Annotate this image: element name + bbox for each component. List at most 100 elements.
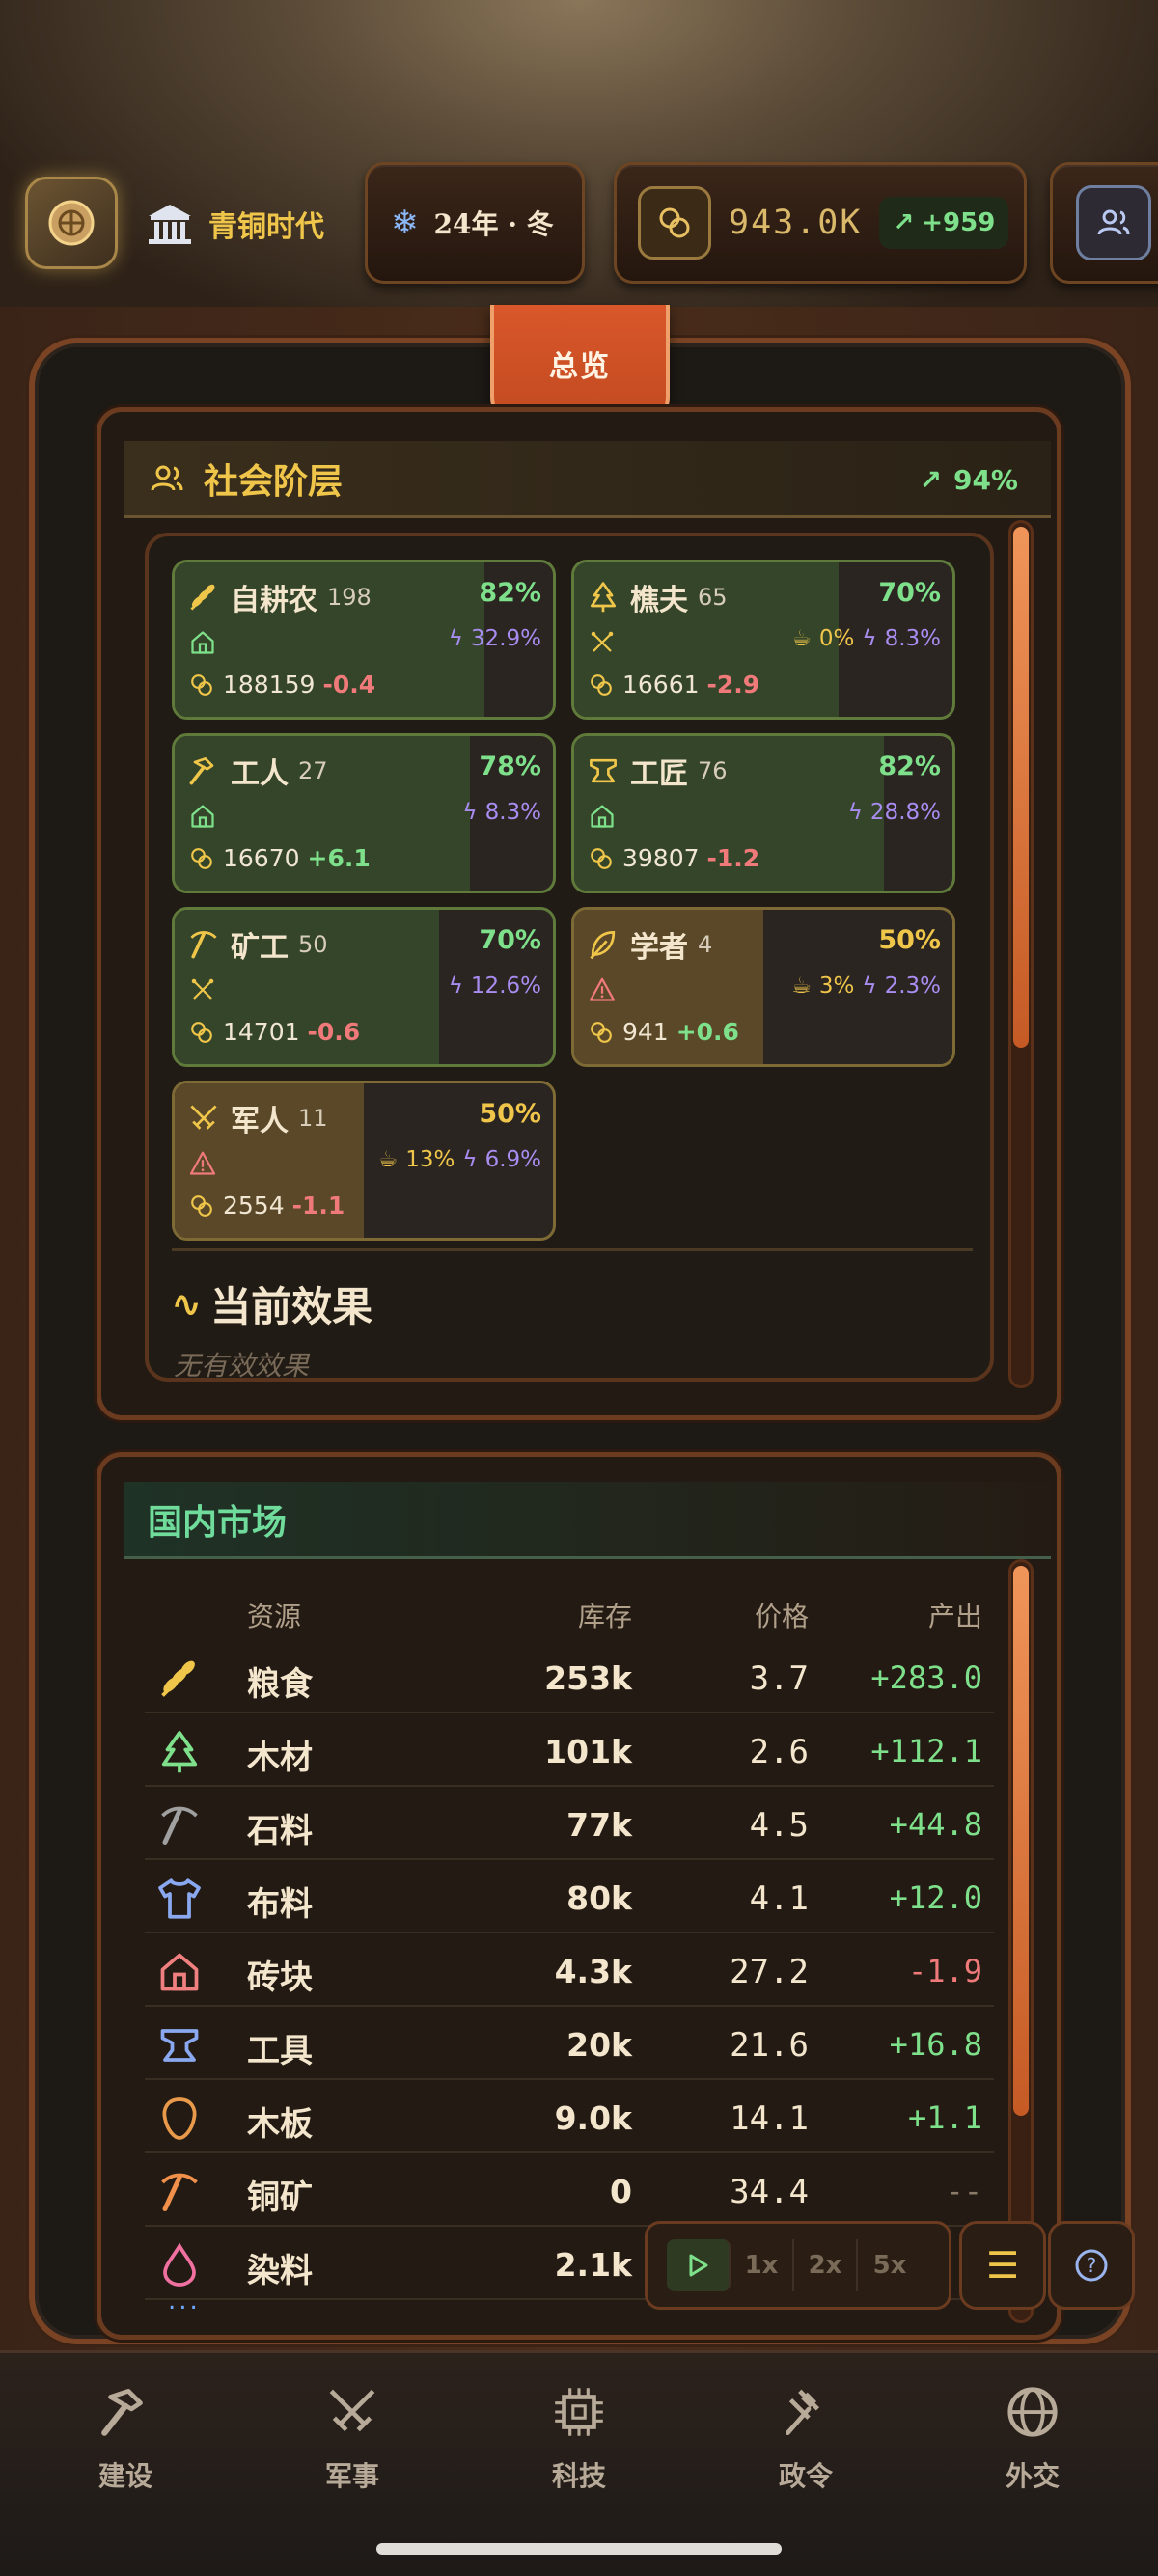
market-row[interactable]: 石料 77k 4.5 +44.8 (145, 1787, 994, 1860)
market-table[interactable]: 资源 库存 价格 产出 粮食 253k 3.7 +283.0 木材 101k 2… (145, 1573, 994, 2325)
treasury[interactable]: 943.0K ↗ +959 (614, 162, 1027, 284)
speed-2x-button[interactable]: 2x (794, 2239, 858, 2291)
scroll-thumb[interactable] (1013, 527, 1029, 1048)
energy-icon: ϟ (448, 626, 463, 651)
class-count: 198 (327, 584, 372, 611)
resource-name: 工具 (247, 2032, 313, 2070)
energy-icon: ϟ (462, 1147, 478, 1172)
nav-item-chip[interactable]: 科技 (502, 2382, 656, 2494)
resource-stock: 9.0k (554, 2099, 632, 2137)
resource-name: 木板 (247, 2105, 313, 2144)
resource-output: -- (945, 2173, 982, 2209)
class-card[interactable]: 军人 11 50% ☕ 13% ϟ 6.9% 2554 -1.1 (172, 1081, 556, 1241)
energy-icon: ϟ (462, 800, 478, 825)
people-icon (151, 465, 183, 490)
nav-item-globe[interactable]: 外交 (955, 2382, 1110, 2494)
energy-value: 12.6% (470, 973, 541, 999)
col-output: 产出 (927, 1601, 982, 1632)
class-satisfaction: 50% (878, 925, 941, 955)
class-count: 76 (698, 757, 728, 784)
people-icon (1076, 185, 1151, 260)
social-scrollbar[interactable] (1008, 520, 1034, 1388)
era-display[interactable]: 青铜时代 (145, 195, 324, 253)
wheat-icon (190, 584, 215, 611)
season-date[interactable]: ❄ 24年 · 冬 (365, 162, 585, 284)
social-panel-header: 社会阶层 ↗ 94% (124, 441, 1051, 518)
nav-label: 政令 (778, 2460, 833, 2492)
resource-stock: 253k (544, 1659, 632, 1697)
nav-item-gavel[interactable]: 政令 (729, 2382, 883, 2494)
energy-value: 6.9% (484, 1147, 541, 1172)
warning-icon (189, 1151, 216, 1175)
resource-price: 27.2 (730, 1953, 809, 1991)
market-row[interactable]: 粮食 253k 3.7 +283.0 (145, 1640, 994, 1713)
class-card[interactable]: 学者 4 50% ☕ 3% ϟ 2.3% 941 +0.6 (571, 907, 955, 1067)
nav-item-hammer[interactable]: 建设 (48, 2382, 203, 2494)
anvil-icon (590, 758, 617, 783)
nav-label: 军事 (324, 2460, 379, 2492)
population-button[interactable] (1050, 162, 1158, 284)
market-row[interactable]: 砖块 4.3k 27.2 -1.9 (145, 1933, 994, 2007)
era-name: 青铜时代 (208, 210, 324, 244)
market-scrollbar[interactable] (1008, 1559, 1034, 2323)
class-card[interactable]: 矿工 50 70% ϟ 12.6% 14701 -0.6 (172, 907, 556, 1067)
speed-1x-button[interactable]: 1x (731, 2239, 794, 2291)
hammer-icon (101, 2388, 143, 2436)
pickaxe-icon (190, 931, 217, 959)
resource-price: 3.7 (749, 1659, 809, 1698)
tree-icon (161, 1731, 198, 1773)
resource-output: +283.0 (870, 1659, 982, 1696)
help-button[interactable]: ? (1048, 2221, 1135, 2310)
market-row[interactable]: 铜矿 0 34.4 -- (145, 2153, 994, 2227)
resource-output: +12.0 (889, 1879, 982, 1916)
market-row[interactable]: 工具 20k 21.6 +16.8 (145, 2007, 994, 2080)
market-row[interactable]: 木材 101k 2.6 +112.1 (145, 1713, 994, 1787)
tools-icon (591, 631, 614, 652)
treasury-value: 943.0K (729, 204, 863, 242)
wealth-delta: +6.1 (307, 844, 371, 872)
temple-icon (149, 205, 191, 244)
energy-value: 2.3% (884, 973, 941, 999)
class-name: 学者 (630, 931, 688, 965)
resource-output: +16.8 (889, 2026, 982, 2063)
food-satisfaction: 3% (818, 973, 855, 999)
class-card[interactable]: 自耕农 198 82% ϟ 32.9% 188159 -0.4 (172, 560, 556, 720)
resource-output: +44.8 (889, 1806, 982, 1843)
market-row[interactable]: 木板 9.0k 14.1 +1.1 (145, 2080, 994, 2153)
wealth-delta: -2.9 (706, 671, 760, 699)
scroll-thumb[interactable] (1013, 1566, 1029, 2116)
energy-icon: ϟ (862, 626, 877, 651)
market-row[interactable]: 布料 80k 4.1 +12.0 (145, 1860, 994, 1933)
speed-5x-button[interactable]: 5x (858, 2239, 922, 2291)
tools-icon (191, 978, 214, 1000)
nav-label: 科技 (551, 2460, 606, 2492)
menu-button[interactable]: ☰ (959, 2221, 1046, 2310)
nav-item-swords[interactable]: 军事 (275, 2382, 429, 2494)
class-card[interactable]: 工人 27 78% ϟ 8.3% 16670 +6.1 (172, 733, 556, 893)
class-satisfaction: 70% (878, 578, 941, 608)
class-wealth: 188159 (223, 671, 316, 699)
class-wealth: 16670 (223, 844, 300, 872)
market-table-header: 资源 库存 价格 产出 (145, 1588, 994, 1636)
civilization-emblem[interactable] (25, 177, 118, 269)
resource-stock: 2.1k (554, 2246, 632, 2284)
class-satisfaction: 50% (479, 1099, 541, 1129)
col-resource: 资源 (247, 1601, 302, 1632)
play-button[interactable] (667, 2239, 731, 2291)
resource-output: +1.1 (907, 2099, 982, 2136)
class-satisfaction: 78% (479, 752, 541, 781)
class-cards-container[interactable]: 自耕农 198 82% ϟ 32.9% 188159 -0.4 樵夫 65 70… (145, 533, 994, 1382)
class-name: 樵夫 (630, 584, 688, 617)
class-name: 自耕农 (231, 584, 317, 617)
resource-price: 14.1 (730, 2099, 809, 2138)
class-count: 50 (298, 931, 328, 958)
class-card[interactable]: 工匠 76 82% ϟ 28.8% 39807 -1.2 (571, 733, 955, 893)
pulse-icon: ∿ (172, 1283, 202, 1325)
class-wealth: 16661 (622, 671, 700, 699)
resource-name: 粮食 (247, 1665, 313, 1704)
class-name: 矿工 (231, 931, 289, 965)
resource-stock: 80k (566, 1879, 632, 1917)
class-card[interactable]: 樵夫 65 70% ☕ 0% ϟ 8.3% 16661 -2.9 (571, 560, 955, 720)
wealth-delta: -1.1 (291, 1192, 345, 1219)
class-name: 军人 (231, 1105, 289, 1138)
